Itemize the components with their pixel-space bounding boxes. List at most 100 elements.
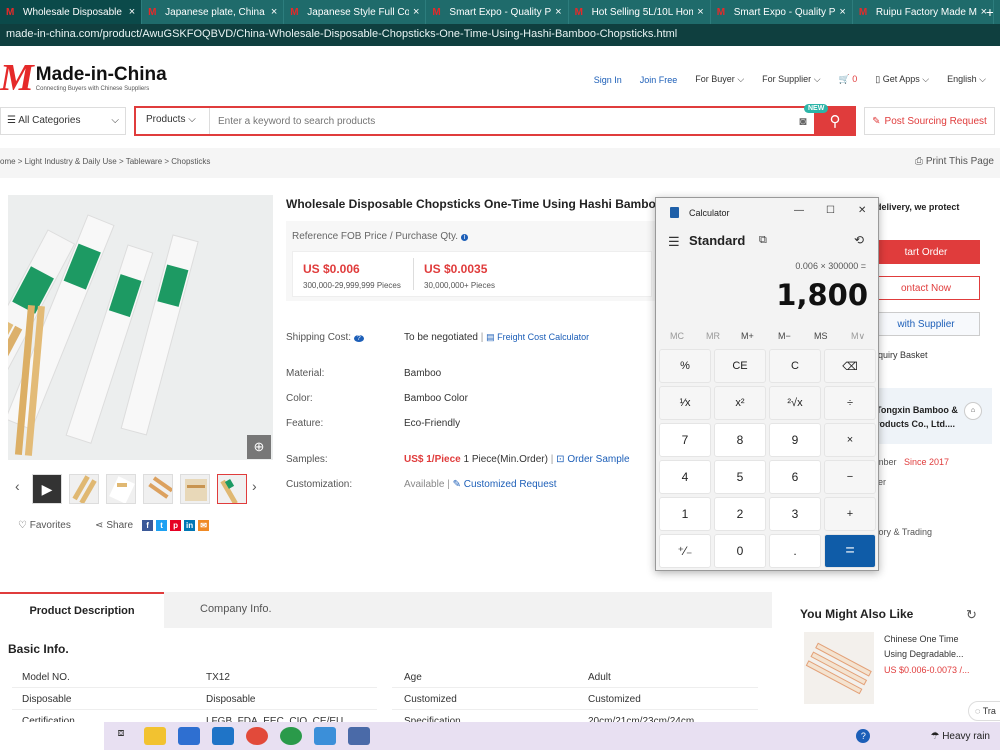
address-bar[interactable]: made-in-china.com/product/AwuGSKFOQBVD/C… (0, 24, 1000, 46)
memory-list-button[interactable]: M∨ (851, 331, 865, 342)
memory-clear-button[interactable]: MC (670, 331, 684, 341)
help-icon[interactable]: ? (353, 335, 364, 342)
search-input[interactable] (210, 115, 792, 127)
pinterest-icon[interactable]: p (170, 520, 182, 531)
key-eight-button[interactable]: 8 (714, 423, 766, 457)
key-equals-button[interactable]: = (824, 534, 876, 568)
key-one-button[interactable]: 1 (659, 497, 711, 531)
chevron-left-icon[interactable]: ‹ (15, 478, 20, 494)
key-six-button[interactable]: 6 (769, 460, 821, 494)
key-divide-button[interactable]: ÷ (824, 386, 876, 420)
site-logo[interactable]: M Made-in-China Connecting Buyers with C… (0, 59, 167, 97)
chat-supplier-button[interactable]: with Supplier (872, 312, 980, 336)
key-three-button[interactable]: 3 (769, 497, 821, 531)
close-tab-icon[interactable]: × (839, 6, 845, 18)
get-apps-menu[interactable]: ▯ Get Apps ⌵ (875, 74, 929, 85)
chrome-icon[interactable] (246, 727, 268, 745)
key-zero-button[interactable]: 0 (714, 534, 766, 568)
key-decimal-button[interactable]: . (769, 534, 821, 568)
video-thumbnail[interactable]: ▶ (32, 474, 62, 504)
tab-product-description[interactable]: Product Description (0, 592, 164, 628)
translate-chip[interactable]: ◌ Tra (968, 701, 1000, 721)
key-seven-button[interactable]: 7 (659, 423, 711, 457)
taskbar-search[interactable] (0, 722, 104, 750)
task-view-icon[interactable]: ⧈ (110, 727, 132, 745)
file-explorer-icon[interactable] (144, 727, 166, 745)
browser-tab-3[interactable]: M Japanese Style Full Color F × (284, 0, 427, 24)
key-square-root-button[interactable]: ²√x (769, 386, 821, 420)
browser-tab-5[interactable]: M Hot Selling 5L/10L Home × (569, 0, 711, 24)
email-icon[interactable]: ✉ (198, 520, 210, 531)
new-tab-button[interactable]: + (986, 0, 1000, 24)
hamburger-menu-icon[interactable]: ☰ (668, 234, 680, 250)
language-menu[interactable]: English ⌵ (947, 74, 986, 85)
close-tab-icon[interactable]: × (413, 6, 419, 18)
memory-add-button[interactable]: M+ (741, 331, 754, 341)
thumbnail-6-selected[interactable] (217, 474, 247, 504)
close-tab-icon[interactable]: × (981, 6, 987, 18)
close-tab-icon[interactable]: × (555, 6, 561, 18)
twitter-icon[interactable]: t (156, 520, 168, 531)
browser-tab-4[interactable]: M Smart Expo - Quality Prod× (426, 0, 569, 24)
close-tab-icon[interactable]: × (271, 6, 277, 18)
browser-tab-6[interactable]: M Smart Expo - Quality Prod× (711, 0, 853, 24)
for-supplier-menu[interactable]: For Supplier ⌵ (762, 74, 820, 85)
memory-store-button[interactable]: MS (814, 331, 828, 341)
key-minus-button[interactable]: − (824, 460, 876, 494)
recommend-title[interactable]: Chinese One Time Using Degradable... (884, 632, 984, 662)
weather-widget[interactable]: ☂ Heavy rain (930, 731, 990, 742)
calculator-taskbar-icon[interactable] (348, 727, 370, 745)
key-backspace-button[interactable]: ⌫ (824, 349, 876, 383)
close-button[interactable]: ✕ (858, 205, 866, 216)
history-icon[interactable]: ⟲ (854, 233, 864, 247)
join-free-link[interactable]: Join Free (640, 75, 678, 85)
chrome-profile-icon[interactable] (280, 727, 302, 745)
key-clear-entry-button[interactable]: CE (714, 349, 766, 383)
photos-icon[interactable] (314, 727, 336, 745)
start-order-button[interactable]: tart Order (872, 240, 980, 264)
key-clear-button[interactable]: C (769, 349, 821, 383)
close-tab-icon[interactable]: × (129, 6, 135, 18)
memory-subtract-button[interactable]: M− (778, 331, 791, 341)
mail-icon[interactable] (212, 727, 234, 745)
cart-link[interactable]: 🛒 0 (839, 74, 858, 85)
close-tab-icon[interactable]: × (697, 6, 703, 18)
print-link[interactable]: ⎙ Print This Page (915, 156, 994, 167)
tab-company-info[interactable]: Company Info. (200, 603, 272, 615)
minimize-button[interactable]: — (794, 205, 804, 216)
thumbnail-4[interactable] (143, 474, 173, 504)
key-negate-button[interactable]: ⁺⁄₋ (659, 534, 711, 568)
refresh-icon[interactable]: ↻ (966, 607, 977, 623)
chevron-right-icon[interactable]: › (252, 478, 257, 494)
camera-icon[interactable]: ◙ (792, 114, 814, 128)
thumbnail-3[interactable] (106, 474, 136, 504)
key-percent-button[interactable]: % (659, 349, 711, 383)
key-nine-button[interactable]: 9 (769, 423, 821, 457)
order-sample-link[interactable]: ⊡ Order Sample (556, 454, 629, 465)
key-reciprocal-button[interactable]: ¹⁄x (659, 386, 711, 420)
store-icon[interactable] (178, 727, 200, 745)
keep-on-top-icon[interactable]: ⧉ (759, 234, 767, 247)
post-sourcing-button[interactable]: ✎ Post Sourcing Request (864, 107, 995, 135)
key-two-button[interactable]: 2 (714, 497, 766, 531)
thumbnail-2[interactable] (69, 474, 99, 504)
help-icon[interactable]: ? (856, 729, 871, 743)
key-plus-button[interactable]: + (824, 497, 876, 531)
info-icon[interactable]: i (460, 234, 469, 241)
customized-request-link[interactable]: ✎ Customized Request (453, 479, 557, 490)
key-multiply-button[interactable]: × (824, 423, 876, 457)
maximize-button[interactable]: ☐ (826, 205, 835, 216)
freight-calculator-link[interactable]: ▤ Freight Cost Calculator (486, 332, 589, 342)
thumbnail-5[interactable] (180, 474, 210, 504)
browser-tab-2[interactable]: M Japanese plate, China japa × (142, 0, 285, 24)
key-five-button[interactable]: 5 (714, 460, 766, 494)
facebook-icon[interactable]: f (142, 520, 154, 531)
browser-tab-1[interactable]: M Wholesale Disposable Cho × (0, 0, 143, 24)
key-square-button[interactable]: x² (714, 386, 766, 420)
sign-in-link[interactable]: Sign In (594, 75, 622, 85)
key-four-button[interactable]: 4 (659, 460, 711, 494)
browser-tab-7[interactable]: M Ruipu Factory Made Mush × (853, 0, 994, 24)
zoom-icon[interactable]: ⊕ (247, 435, 271, 459)
inquiry-basket-link[interactable]: quiry Basket (878, 350, 928, 360)
linkedin-icon[interactable]: in (184, 520, 196, 531)
